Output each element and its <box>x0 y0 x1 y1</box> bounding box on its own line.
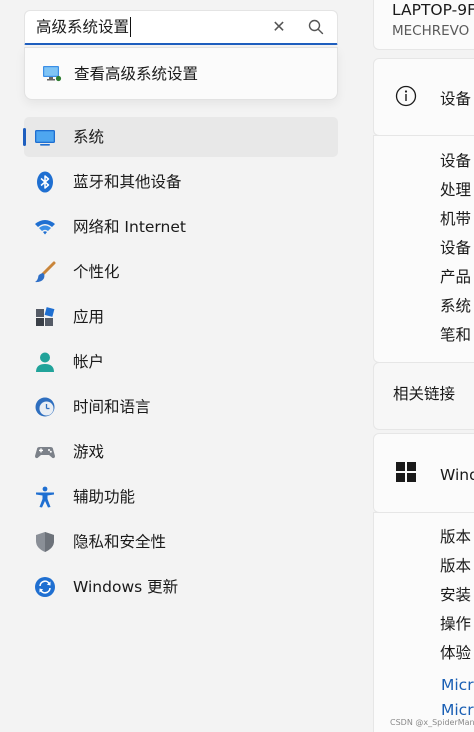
suggestion-label: 查看高级系统设置 <box>74 65 199 83</box>
nav-item-network[interactable]: 网络和 Internet <box>24 207 338 247</box>
spec-row: 版本 <box>440 528 472 546</box>
shield-icon <box>36 532 54 552</box>
spec-row: 设备 <box>440 239 472 257</box>
windows-logo-icon <box>396 462 416 482</box>
nav-item-windows-update[interactable]: Windows 更新 <box>24 567 338 607</box>
nav-label: 系统 <box>73 128 105 146</box>
bluetooth-icon <box>37 171 53 193</box>
spec-row: 笔和 <box>440 326 472 344</box>
device-name: LAPTOP-9F <box>392 1 474 19</box>
system-icon <box>35 130 55 146</box>
nav-item-apps[interactable]: 应用 <box>24 297 338 337</box>
device-header-card: LAPTOP-9F MECHREVO 系 <box>373 0 474 50</box>
spec-row: 处理 <box>440 181 472 199</box>
device-spec-title: 设备 <box>440 90 472 108</box>
monitor-settings-icon <box>43 66 62 82</box>
spec-row: 产品 <box>440 268 472 286</box>
nav-label: 辅助功能 <box>73 488 136 506</box>
active-indicator <box>23 128 26 146</box>
watermark: CSDN @x_SpiderMan <box>390 718 474 727</box>
apps-icon <box>36 307 55 326</box>
nav-label: 蓝牙和其他设备 <box>73 173 182 191</box>
nav-item-gaming[interactable]: 游戏 <box>24 432 338 472</box>
accessibility-icon <box>36 486 54 508</box>
nav-label: 网络和 Internet <box>73 218 186 236</box>
content-pane: LAPTOP-9F MECHREVO 系 设备 设备 处理 机带 设备 产品 系… <box>373 0 474 732</box>
windows-spec-body: 版本 版本 安装 操作 体验 Micr Micr <box>373 512 474 732</box>
nav-item-personalization[interactable]: 个性化 <box>24 252 338 292</box>
nav-label: 帐户 <box>73 353 105 371</box>
related-links-title: 相关链接 <box>393 385 456 403</box>
search-suggestions: 查看高级系统设置 <box>24 47 338 100</box>
nav-item-privacy[interactable]: 隐私和安全性 <box>24 522 338 562</box>
nav-item-accessibility[interactable]: 辅助功能 <box>24 477 338 517</box>
nav-label: 应用 <box>73 308 105 326</box>
nav-label: Windows 更新 <box>73 578 179 596</box>
close-icon[interactable]: ✕ <box>269 17 289 37</box>
search-box[interactable]: 高级系统设置 ✕ <box>24 10 338 45</box>
spec-row: 机带 <box>440 210 472 228</box>
spec-row: 系统 <box>440 297 472 315</box>
device-spec-body: 设备 处理 机带 设备 产品 系统 笔和 <box>373 135 474 363</box>
device-model: MECHREVO 系 <box>392 23 474 39</box>
nav-item-accounts[interactable]: 帐户 <box>24 342 338 382</box>
gamepad-icon <box>35 447 55 459</box>
nav-item-bluetooth[interactable]: 蓝牙和其他设备 <box>24 162 338 202</box>
account-icon <box>36 352 54 372</box>
nav-item-system[interactable]: 系统 <box>23 117 338 157</box>
spec-row: 版本 <box>440 557 472 575</box>
wifi-icon <box>35 220 55 235</box>
update-icon <box>35 577 55 597</box>
license-terms-link[interactable]: Micr <box>441 700 474 720</box>
nav-label: 个性化 <box>73 263 120 281</box>
clock-globe-icon <box>35 397 55 417</box>
info-icon <box>395 85 417 107</box>
navigation-pane: 高级系统设置 ✕ 查看高级系统设置 系统 蓝牙和其他设备 网络和 Interne… <box>0 0 360 732</box>
search-icon[interactable] <box>307 18 325 36</box>
nav-item-time-language[interactable]: 时间和语言 <box>24 387 338 427</box>
search-input[interactable]: 高级系统设置 <box>36 17 132 37</box>
nav-label: 时间和语言 <box>73 398 151 416</box>
nav-label: 隐私和安全性 <box>73 533 167 551</box>
windows-spec-header[interactable]: Wind <box>373 433 474 513</box>
nav-label: 游戏 <box>73 443 105 461</box>
spec-row: 操作 <box>440 615 472 633</box>
related-links-card: 相关链接 <box>373 362 474 430</box>
device-spec-header[interactable]: 设备 <box>373 58 474 136</box>
suggestion-item[interactable]: 查看高级系统设置 <box>25 48 337 99</box>
services-agreement-link[interactable]: Micr <box>441 675 474 695</box>
brush-icon <box>35 261 56 283</box>
spec-row: 设备 <box>440 152 472 170</box>
spec-row: 体验 <box>440 644 472 662</box>
windows-spec-title: Wind <box>440 466 474 484</box>
spec-row: 安装 <box>440 586 472 604</box>
